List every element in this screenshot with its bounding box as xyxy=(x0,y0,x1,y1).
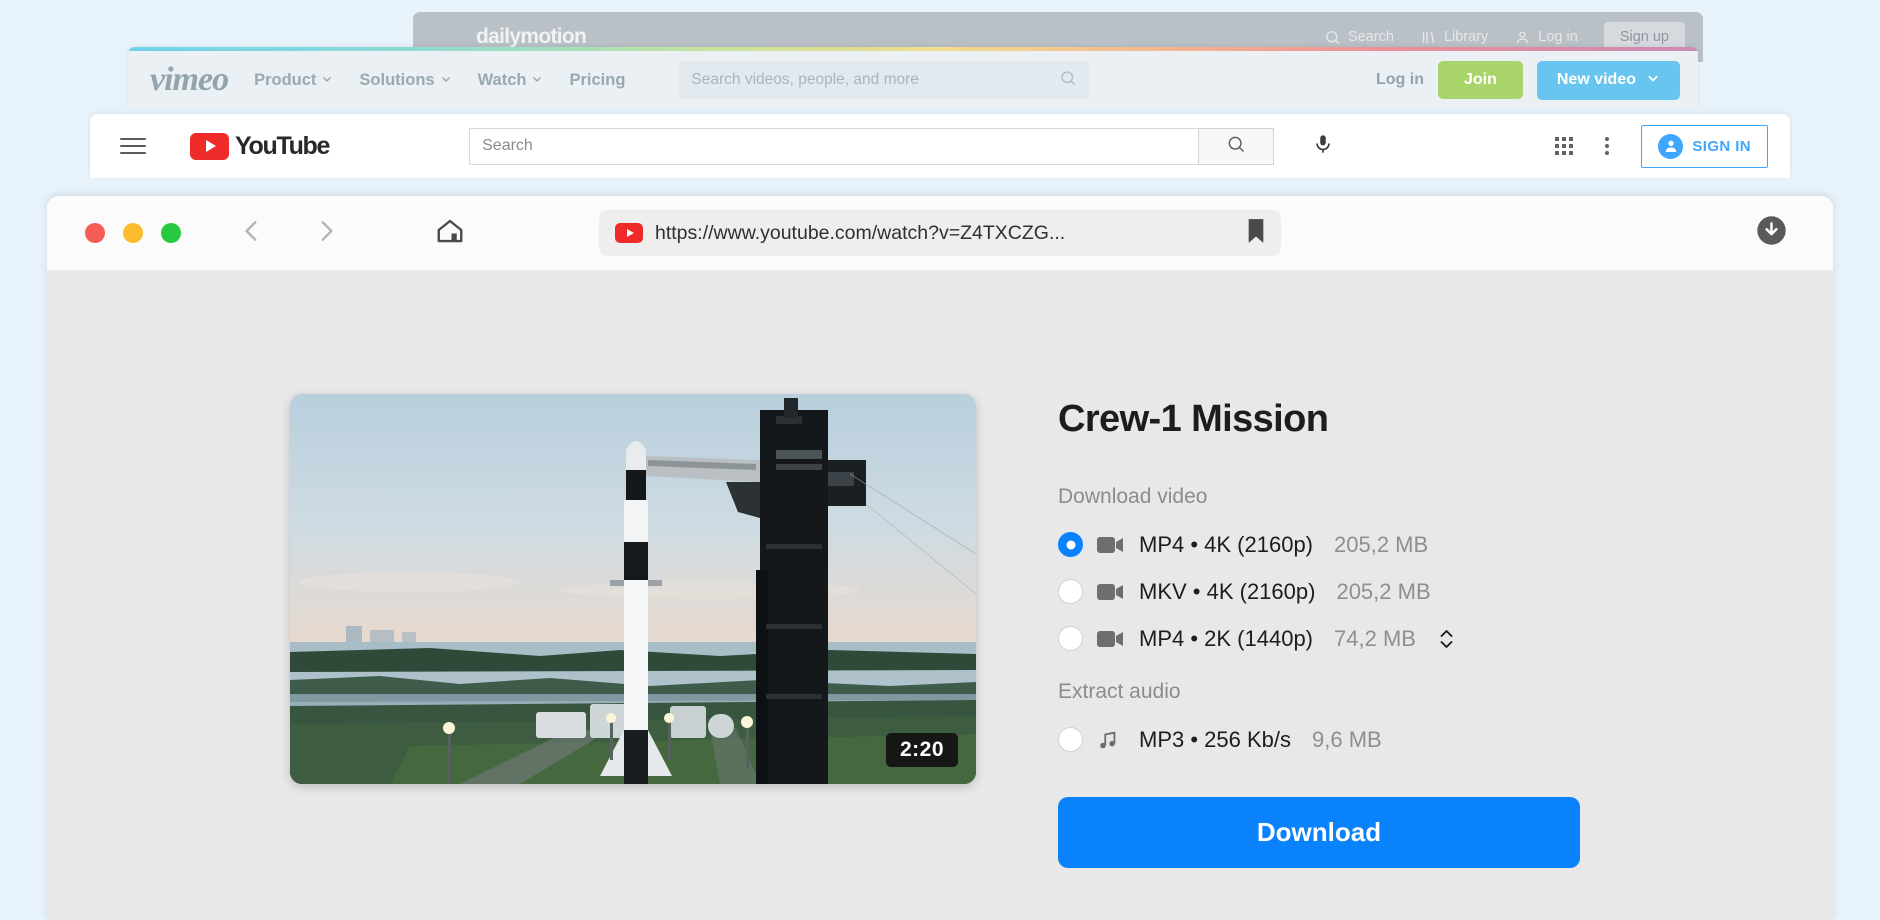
vimeo-actions: Log in Join New video xyxy=(1376,61,1680,100)
search-icon[interactable] xyxy=(1059,69,1077,92)
vimeo-login-button[interactable]: Log in xyxy=(1376,71,1424,89)
minimize-window-button[interactable] xyxy=(123,223,143,243)
audio-option-size: 9,6 MB xyxy=(1312,727,1382,753)
vimeo-nav-solutions-label: Solutions xyxy=(359,71,434,90)
vimeo-new-video-button[interactable]: New video xyxy=(1537,61,1680,100)
youtube-search-button[interactable] xyxy=(1198,128,1274,165)
download-button[interactable]: Download xyxy=(1058,797,1580,868)
address-bar[interactable]: https://www.youtube.com/watch?v=Z4TXCZG.… xyxy=(599,210,1281,256)
search-icon xyxy=(1226,134,1246,159)
vimeo-nav-watch[interactable]: Watch xyxy=(478,71,544,90)
screen: dailymotion Search xyxy=(0,0,1880,920)
video-camera-icon xyxy=(1097,583,1125,601)
radio-mp3-256[interactable] xyxy=(1058,727,1083,752)
dailymotion-library-label: Library xyxy=(1444,29,1488,45)
library-icon xyxy=(1420,29,1437,46)
video-duration-badge: 2:20 xyxy=(886,733,958,767)
vimeo-join-button[interactable]: Join xyxy=(1438,61,1523,99)
youtube-signin-button[interactable]: SIGN IN xyxy=(1641,125,1768,168)
vimeo-header: vimeo Product Solutions Watch xyxy=(128,51,1698,109)
dailymotion-login[interactable]: Log in xyxy=(1514,29,1578,46)
maximize-window-button[interactable] xyxy=(161,223,181,243)
vimeo-search-input[interactable]: Search videos, people, and more xyxy=(679,61,1089,99)
vimeo-nav-product[interactable]: Product xyxy=(254,71,333,90)
youtube-favicon-icon xyxy=(615,223,643,243)
address-bar-url: https://www.youtube.com/watch?v=Z4TXCZG.… xyxy=(655,222,1233,245)
radio-mkv-2160p[interactable] xyxy=(1058,579,1083,604)
dailymotion-logo[interactable]: dailymotion xyxy=(476,25,586,49)
bookmark-icon[interactable] xyxy=(1245,217,1267,250)
download-video-label: Download video xyxy=(1058,485,1580,509)
video-option-size: 205,2 MB xyxy=(1336,579,1430,605)
chevron-up-down-icon[interactable] xyxy=(1439,628,1454,650)
search-icon xyxy=(1324,29,1341,46)
chevron-right-icon[interactable] xyxy=(313,216,339,251)
vimeo-nav-watch-label: Watch xyxy=(478,71,527,90)
video-option-label: MKV • 4K (2160p) xyxy=(1139,579,1315,605)
hamburger-menu-icon[interactable] xyxy=(120,138,146,154)
youtube-logo[interactable]: YouTube xyxy=(190,132,329,161)
vimeo-search-placeholder: Search videos, people, and more xyxy=(691,71,918,89)
traffic-lights xyxy=(85,223,181,243)
vimeo-nav-pricing[interactable]: Pricing xyxy=(569,71,625,90)
youtube-window[interactable]: YouTube Search xyxy=(90,114,1790,178)
browser-navigation xyxy=(239,216,465,251)
chevron-down-icon xyxy=(531,71,543,90)
video-option-label: MP4 • 4K (2160p) xyxy=(1139,532,1313,558)
thumbnail-image xyxy=(290,394,976,784)
chevron-down-icon xyxy=(440,71,452,90)
video-option-row[interactable]: MP4 • 4K (2160p) 205,2 MB xyxy=(1058,521,1580,568)
dailymotion-search-label: Search xyxy=(1348,29,1394,45)
downloader-card: 2:20 Crew-1 Mission Download video MP4 •… xyxy=(290,394,1580,868)
vimeo-logo[interactable]: vimeo xyxy=(150,61,228,99)
video-camera-icon xyxy=(1097,536,1125,554)
browser-window[interactable]: https://www.youtube.com/watch?v=Z4TXCZG.… xyxy=(47,196,1833,920)
video-option-size: 205,2 MB xyxy=(1334,532,1428,558)
video-option-label: MP4 • 2K (1440p) xyxy=(1139,626,1313,652)
download-panel: Crew-1 Mission Download video MP4 • 4K (… xyxy=(1058,394,1580,868)
radio-mp4-1440p[interactable] xyxy=(1058,626,1083,651)
page-title: Crew-1 Mission xyxy=(1058,398,1580,441)
youtube-actions: SIGN IN xyxy=(1555,125,1768,168)
video-option-size: 74,2 MB xyxy=(1334,626,1416,652)
music-note-icon xyxy=(1097,729,1125,751)
vimeo-nav-product-label: Product xyxy=(254,71,316,90)
download-circle-icon[interactable] xyxy=(1756,215,1787,251)
extract-audio-label: Extract audio xyxy=(1058,680,1580,704)
avatar-icon xyxy=(1658,134,1683,159)
apps-grid-icon[interactable] xyxy=(1555,137,1573,155)
dailymotion-library[interactable]: Library xyxy=(1420,29,1488,46)
youtube-wordmark: YouTube xyxy=(235,132,329,161)
video-thumbnail[interactable]: 2:20 xyxy=(290,394,976,784)
radio-mp4-2160p[interactable] xyxy=(1058,532,1083,557)
youtube-search: Search xyxy=(469,128,1274,165)
chevron-down-icon xyxy=(1646,71,1660,90)
vimeo-window[interactable]: vimeo Product Solutions Watch xyxy=(128,47,1698,109)
chevron-left-icon[interactable] xyxy=(239,216,265,251)
video-option-row[interactable]: MKV • 4K (2160p) 205,2 MB xyxy=(1058,568,1580,615)
vimeo-nav-solutions[interactable]: Solutions xyxy=(359,71,451,90)
dailymotion-login-label: Log in xyxy=(1538,29,1578,45)
youtube-signin-label: SIGN IN xyxy=(1692,138,1751,155)
youtube-search-placeholder: Search xyxy=(482,137,533,155)
chevron-down-icon xyxy=(321,71,333,90)
user-icon xyxy=(1514,29,1531,46)
dailymotion-search[interactable]: Search xyxy=(1324,29,1394,46)
vimeo-nav-pricing-label: Pricing xyxy=(569,71,625,90)
browser-titlebar: https://www.youtube.com/watch?v=Z4TXCZG.… xyxy=(47,196,1833,271)
home-icon[interactable] xyxy=(435,216,465,251)
vimeo-new-video-label: New video xyxy=(1557,71,1636,89)
microphone-icon[interactable] xyxy=(1312,132,1334,161)
close-window-button[interactable] xyxy=(85,223,105,243)
audio-option-row[interactable]: MP3 • 256 Kb/s 9,6 MB xyxy=(1058,716,1580,763)
youtube-play-icon xyxy=(190,133,229,160)
page-content: 2:20 Crew-1 Mission Download video MP4 •… xyxy=(47,271,1833,920)
youtube-search-input[interactable]: Search xyxy=(469,128,1198,165)
video-option-row[interactable]: MP4 • 2K (1440p) 74,2 MB xyxy=(1058,615,1580,662)
video-camera-icon xyxy=(1097,630,1125,648)
audio-option-label: MP3 • 256 Kb/s xyxy=(1139,727,1291,753)
more-options-icon[interactable] xyxy=(1605,137,1609,155)
